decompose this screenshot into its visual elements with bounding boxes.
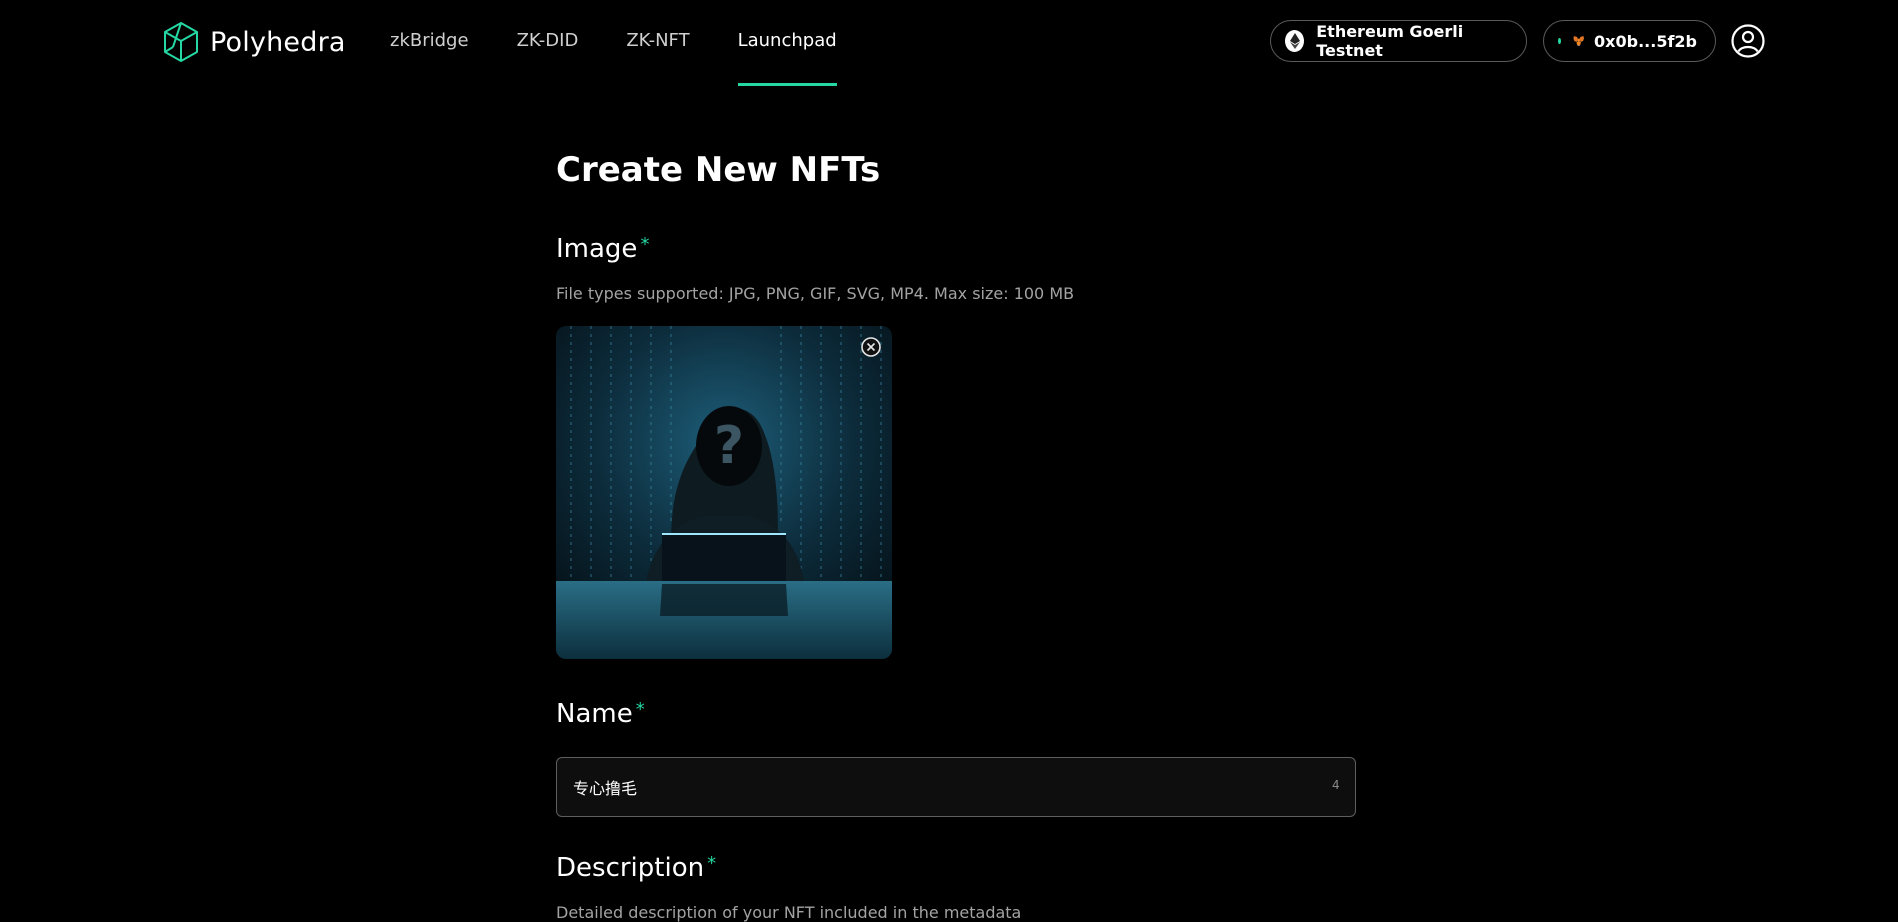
brand-logo[interactable]: Polyhedra — [162, 20, 346, 64]
brand-name: Polyhedra — [210, 26, 346, 58]
account-address: 0x0b...5f2b — [1594, 31, 1697, 51]
ethereum-icon — [1285, 30, 1305, 52]
remove-image-button[interactable] — [860, 336, 882, 358]
nav-zk-nft[interactable]: ZK-NFT — [626, 0, 689, 86]
name-section-label: Name * — [556, 699, 645, 729]
top-header: Polyhedra zkBridge ZK-DID ZK-NFT Launchp… — [0, 0, 1898, 86]
connected-status-dot — [1558, 38, 1561, 44]
description-section-label: Description * — [556, 853, 716, 883]
svg-text:?: ? — [714, 416, 744, 476]
nav-launchpad[interactable]: Launchpad — [737, 0, 837, 86]
required-mark: * — [635, 699, 645, 720]
wallet-account-button[interactable]: 0x0b...5f2b — [1543, 20, 1716, 62]
required-mark: * — [640, 234, 650, 255]
image-label: Image — [556, 234, 638, 264]
polyhedra-logo-icon — [164, 22, 198, 62]
description-helper-text: Detailed description of your NFT include… — [556, 903, 1022, 922]
image-helper-text: File types supported: JPG, PNG, GIF, SVG… — [556, 284, 1075, 303]
page-title: Create New NFTs — [556, 150, 881, 190]
nav-zk-did[interactable]: ZK-DID — [517, 0, 579, 86]
main-nav: zkBridge ZK-DID ZK-NFT Launchpad — [390, 0, 885, 86]
image-section-label: Image * — [556, 234, 649, 264]
network-label: Ethereum Goerli Testnet — [1316, 22, 1464, 60]
name-label: Name — [556, 699, 633, 729]
name-char-count: 4 — [1332, 778, 1340, 792]
nav-zkbridge[interactable]: zkBridge — [390, 0, 469, 86]
network-selector-button[interactable]: Ethereum Goerli Testnet — [1270, 20, 1527, 62]
name-input[interactable] — [556, 757, 1356, 817]
metamask-fox-icon — [1573, 36, 1584, 46]
description-label: Description — [556, 853, 705, 883]
user-circle-icon[interactable] — [1731, 24, 1765, 58]
required-mark: * — [707, 853, 717, 874]
nft-image-preview: ? — [556, 326, 892, 659]
